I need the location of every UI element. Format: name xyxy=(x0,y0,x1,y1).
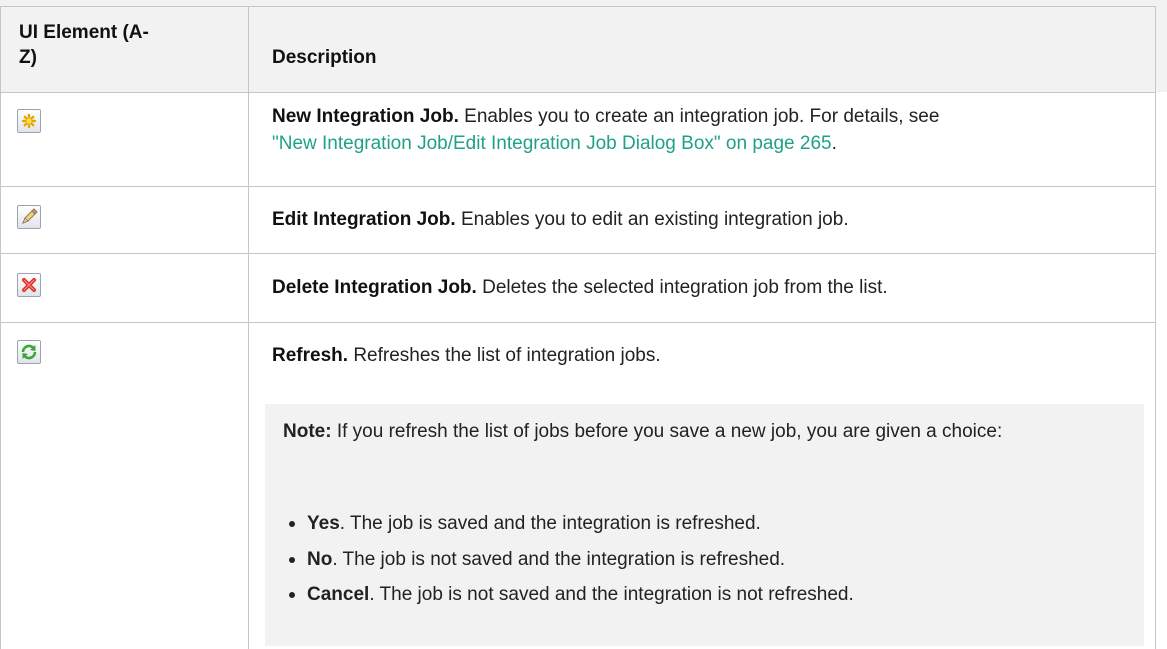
new-job-star-icon xyxy=(17,109,41,133)
row-text-end: . xyxy=(831,133,837,154)
note-body: If you refresh the list of jobs before y… xyxy=(336,421,1003,442)
bullet-dot-icon xyxy=(289,592,295,598)
table-right-border xyxy=(1155,6,1156,649)
row-title: Refresh. xyxy=(272,345,349,366)
row-title: Edit Integration Job. xyxy=(272,209,456,230)
table-top-border xyxy=(0,6,1155,7)
ui-elements-table: UI Element (A- Z) Description New Integr… xyxy=(0,0,1167,649)
option-label: Cancel xyxy=(307,584,370,605)
dialog-box-link[interactable]: "New Integration Job/Edit Integration Jo… xyxy=(272,133,832,154)
row-title: New Integration Job. xyxy=(272,106,459,127)
option-text: . The job is not saved and the integrati… xyxy=(332,549,786,570)
row-text: Deletes the selected integration job fro… xyxy=(482,277,888,298)
row-divider xyxy=(0,92,1155,93)
header-ui-element-line1: UI Element (A- xyxy=(19,22,149,43)
option-label: No xyxy=(307,549,333,570)
bullet-dot-icon xyxy=(289,557,295,563)
note-text: Note: If you refresh the list of jobs be… xyxy=(283,417,1123,446)
row-divider xyxy=(0,186,1155,187)
row-description: Edit Integration Job. Enables you to edi… xyxy=(272,206,1132,233)
header-ui-element-line2: Z) xyxy=(19,47,37,68)
option-text: . The job is not saved and the integrati… xyxy=(369,584,854,605)
bullet-dot-icon xyxy=(289,521,295,527)
row-divider xyxy=(0,253,1155,254)
note-box: Note: If you refresh the list of jobs be… xyxy=(265,404,1144,646)
table-left-border xyxy=(0,6,1,649)
header-description: Description xyxy=(272,47,377,68)
row-description: Delete Integration Job. Deletes the sele… xyxy=(272,274,1132,301)
row-text: Enables you to create an integration job… xyxy=(464,106,940,127)
table-header: UI Element (A- Z) Description xyxy=(0,0,1167,92)
row-title: Delete Integration Job. xyxy=(272,277,477,298)
row-text: Refreshes the list of integration jobs. xyxy=(353,345,661,366)
column-divider xyxy=(248,6,249,649)
row-divider xyxy=(0,322,1155,323)
delete-x-icon xyxy=(17,273,41,297)
option-label: Yes xyxy=(307,513,340,534)
row-description: Refresh. Refreshes the list of integrati… xyxy=(272,342,1132,369)
row-text: Enables you to edit an existing integrat… xyxy=(460,209,849,230)
refresh-icon xyxy=(17,340,41,364)
note-label: Note: xyxy=(283,421,332,442)
edit-pencil-icon xyxy=(17,205,41,229)
header-ui-element: UI Element (A- Z) xyxy=(19,20,239,70)
row-description: New Integration Job. Enables you to crea… xyxy=(272,103,1132,157)
option-text: . The job is saved and the integration i… xyxy=(339,513,761,534)
